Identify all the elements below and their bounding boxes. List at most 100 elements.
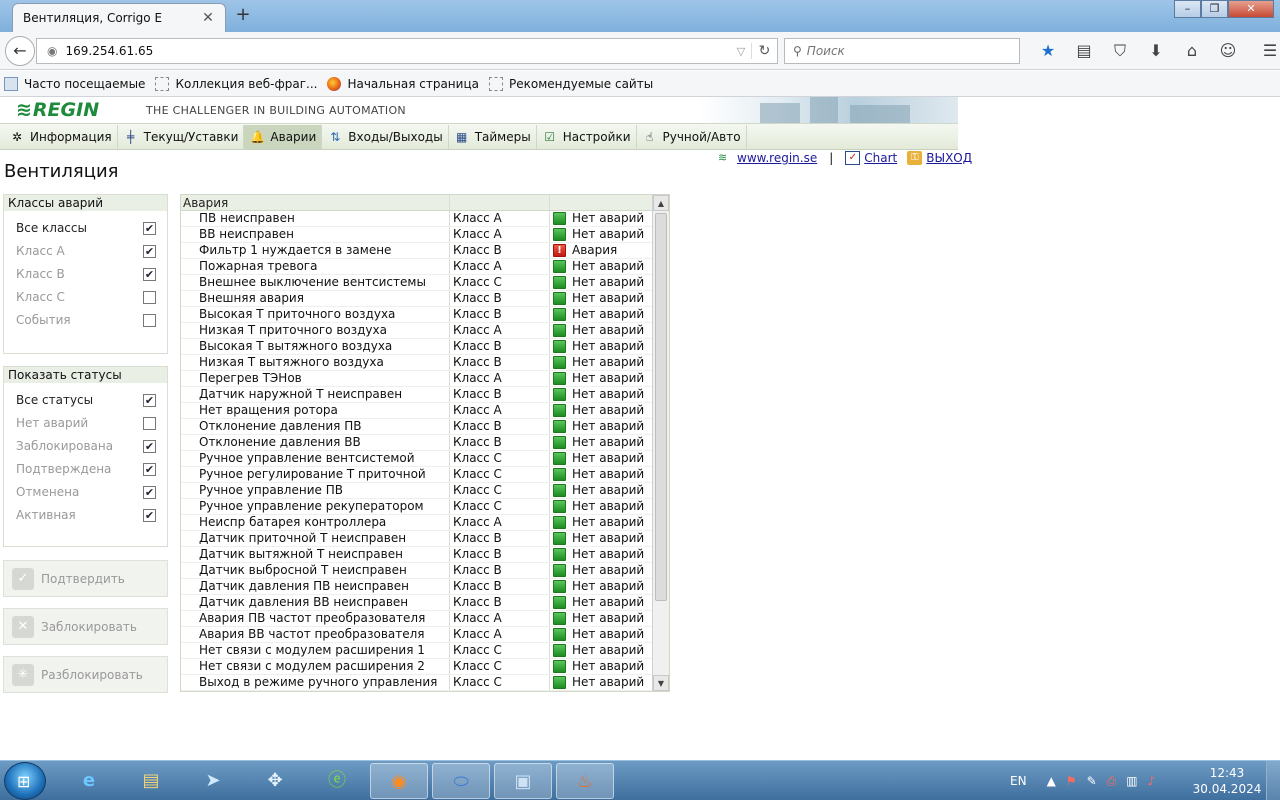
table-row[interactable]: Ручное управление ПВ Класс С Нет аварий	[181, 483, 669, 499]
firefox-task-icon[interactable]: ◉	[370, 763, 428, 799]
checkbox[interactable]: ✔	[143, 463, 156, 476]
minimize-button[interactable]: –	[1174, 0, 1201, 18]
regin-site-link[interactable]: www.regin.se	[737, 151, 817, 165]
logout-link[interactable]: ВЫХОД	[926, 151, 972, 165]
pocket-icon[interactable]: ⛉	[1102, 40, 1138, 62]
statuses-option[interactable]: Заблокирована ✔	[4, 435, 167, 458]
table-row[interactable]: Высокая Т приточного воздуха Класс В Нет а…	[181, 307, 669, 323]
table-row[interactable]: Датчик давления ВВ неисправен Класс В Нет …	[181, 595, 669, 611]
reading-list-icon[interactable]: ▤	[1066, 40, 1102, 62]
checkbox[interactable]: ✔	[143, 440, 156, 453]
table-row[interactable]: Нет связи с модулем расширения 1 Класс С Н…	[181, 643, 669, 659]
table-row[interactable]: Внешнее выключение вентсистемы Класс С Нет…	[181, 275, 669, 291]
tray-volume-icon[interactable]: ♪	[1148, 774, 1156, 788]
chart-link[interactable]: Chart	[864, 151, 897, 165]
bookmark-web-slices[interactable]: Коллекция веб-фраг...	[155, 76, 317, 91]
tray-expand-icon[interactable]: ▲	[1047, 774, 1056, 788]
table-row[interactable]: Низкая Т приточного воздуха Класс А Нет ав…	[181, 323, 669, 339]
statuses-option[interactable]: Все статусы ✔	[4, 389, 167, 412]
table-row[interactable]: Нет вращения ротора Класс А Нет аварий	[181, 403, 669, 419]
download-icon[interactable]: ⬇	[1138, 40, 1174, 62]
alarm_classes-option[interactable]: События	[4, 309, 167, 332]
bookmark-start-page[interactable]: Начальная страница	[327, 76, 479, 91]
alarm_classes-option[interactable]: Класс С	[4, 286, 167, 309]
bookmark-most-visited[interactable]: Часто посещаемые	[4, 76, 145, 91]
confirm-button[interactable]: ✓ Подтвердить	[3, 560, 168, 597]
checkbox[interactable]: ✔	[143, 486, 156, 499]
checkbox[interactable]: ✔	[143, 509, 156, 522]
tray-feather-icon[interactable]: ✎	[1087, 774, 1097, 788]
tray-printer-icon[interactable]: ⎙	[1107, 774, 1117, 789]
checkbox[interactable]	[143, 417, 156, 430]
back-button[interactable]: ←	[5, 36, 35, 66]
ie-icon[interactable]: e	[60, 763, 118, 799]
scroll-thumb[interactable]	[655, 213, 667, 601]
start-button[interactable]: ⊞	[4, 762, 46, 800]
alarm_classes-option[interactable]: Класс А ✔	[4, 240, 167, 263]
table-row[interactable]: Ручное управление рекуператором Класс С Не…	[181, 499, 669, 515]
menu-alarms[interactable]: 🔔 Аварии	[244, 124, 323, 149]
hamburger-menu-icon[interactable]: ☰	[1252, 40, 1280, 62]
tray-network-icon[interactable]: ▥	[1126, 774, 1137, 788]
table-row[interactable]: Пожарная тревога Класс А Нет аварий	[181, 259, 669, 275]
menu-info[interactable]: ✲ Информация	[4, 124, 118, 149]
language-indicator[interactable]: EN	[1010, 774, 1027, 788]
table-row[interactable]: Датчик наружной Т неисправен Класс В Нет а…	[181, 387, 669, 403]
clock[interactable]: 12:43 30.04.2024	[1190, 765, 1264, 797]
table-row[interactable]: Перегрев ТЭНов Класс А Нет аварий	[181, 371, 669, 387]
network-icon[interactable]: ✥	[246, 763, 304, 799]
checkbox[interactable]	[143, 314, 156, 327]
java-icon[interactable]: ♨	[556, 763, 614, 799]
browser-tab[interactable]: Вентиляция, Corrigo E ✕	[12, 3, 226, 32]
table-row[interactable]: Ручное регулирование Т приточной Класс С Н…	[181, 467, 669, 483]
table-scrollbar[interactable]: ▲ ▼	[652, 195, 669, 691]
chat-icon[interactable]: ☺	[1210, 40, 1246, 62]
dashboard-app-icon[interactable]: ▣	[494, 763, 552, 799]
show-desktop-button[interactable]	[1266, 761, 1280, 800]
messenger-icon[interactable]: ➤	[184, 763, 242, 799]
checkbox[interactable]	[143, 291, 156, 304]
scroll-down-icon[interactable]: ▼	[653, 675, 669, 691]
bookmark-star-icon[interactable]: ★	[1030, 40, 1066, 62]
table-row[interactable]: ВВ неисправен Класс А Нет аварий	[181, 227, 669, 243]
alarm_classes-option[interactable]: Все классы ✔	[4, 217, 167, 240]
table-row[interactable]: Отклонение давления ПВ Класс В Нет аварий	[181, 419, 669, 435]
table-row[interactable]: Авария ВВ частот преобразователя Класс А Н…	[181, 627, 669, 643]
statuses-option[interactable]: Подтверждена ✔	[4, 458, 167, 481]
table-row[interactable]: Внешняя авария Класс В Нет аварий	[181, 291, 669, 307]
checkbox[interactable]: ✔	[143, 268, 156, 281]
tab-close-icon[interactable]: ✕	[201, 10, 215, 26]
statuses-option[interactable]: Отменена ✔	[4, 481, 167, 504]
table-row[interactable]: Датчик выбросной Т неисправен Класс В Нет …	[181, 563, 669, 579]
table-row[interactable]: Датчик вытяжной Т неисправен Класс В Нет а…	[181, 547, 669, 563]
table-row[interactable]: Высокая Т вытяжного воздуха Класс В Нет ав…	[181, 339, 669, 355]
explorer-icon[interactable]: ▤	[122, 763, 180, 799]
table-row[interactable]: Датчик приточной Т неисправен Класс В Нет …	[181, 531, 669, 547]
column-header-status[interactable]	[550, 195, 650, 210]
checkbox[interactable]: ✔	[143, 245, 156, 258]
address-bar[interactable]: ◉ 169.254.61.65 ▽ ↻	[36, 38, 778, 64]
menu-manual-auto[interactable]: ☝ Ручной/Авто	[637, 124, 747, 149]
reload-icon[interactable]: ↻	[751, 43, 777, 59]
scroll-up-icon[interactable]: ▲	[653, 195, 669, 211]
tray-flag-icon[interactable]: ⚑	[1066, 774, 1077, 788]
close-window-button[interactable]: ✕	[1228, 0, 1274, 18]
menu-io[interactable]: ⇅ Входы/Выходы	[322, 124, 449, 149]
menu-timers[interactable]: ▦ Таймеры	[449, 124, 537, 149]
bookmark-suggested-sites[interactable]: Рекомендуемые сайты	[488, 76, 653, 91]
table-row[interactable]: ПВ неисправен Класс А Нет аварий	[181, 211, 669, 227]
checkbox[interactable]: ✔	[143, 222, 156, 235]
new-tab-button[interactable]: +	[232, 5, 254, 27]
maximize-button[interactable]: ❐	[1201, 0, 1228, 18]
alarm_classes-option[interactable]: Класс В ✔	[4, 263, 167, 286]
green-app-icon[interactable]: ⓔ	[308, 763, 366, 799]
unblock-button[interactable]: ✳ Разблокировать	[3, 656, 168, 693]
table-row[interactable]: Отклонение давления ВВ Класс В Нет аварий	[181, 435, 669, 451]
search-box[interactable]: ⚲	[784, 38, 1020, 64]
table-row[interactable]: Ручное управление вентсистемой Класс С Нет…	[181, 451, 669, 467]
checkbox[interactable]: ✔	[143, 394, 156, 407]
url-dropdown-icon[interactable]: ▽	[731, 45, 751, 58]
menu-settings[interactable]: ☑ Настройки	[537, 124, 637, 149]
url-text[interactable]: 169.254.61.65	[65, 44, 731, 58]
menu-setpoints[interactable]: ╪ Текущ/Уставки	[118, 124, 245, 149]
